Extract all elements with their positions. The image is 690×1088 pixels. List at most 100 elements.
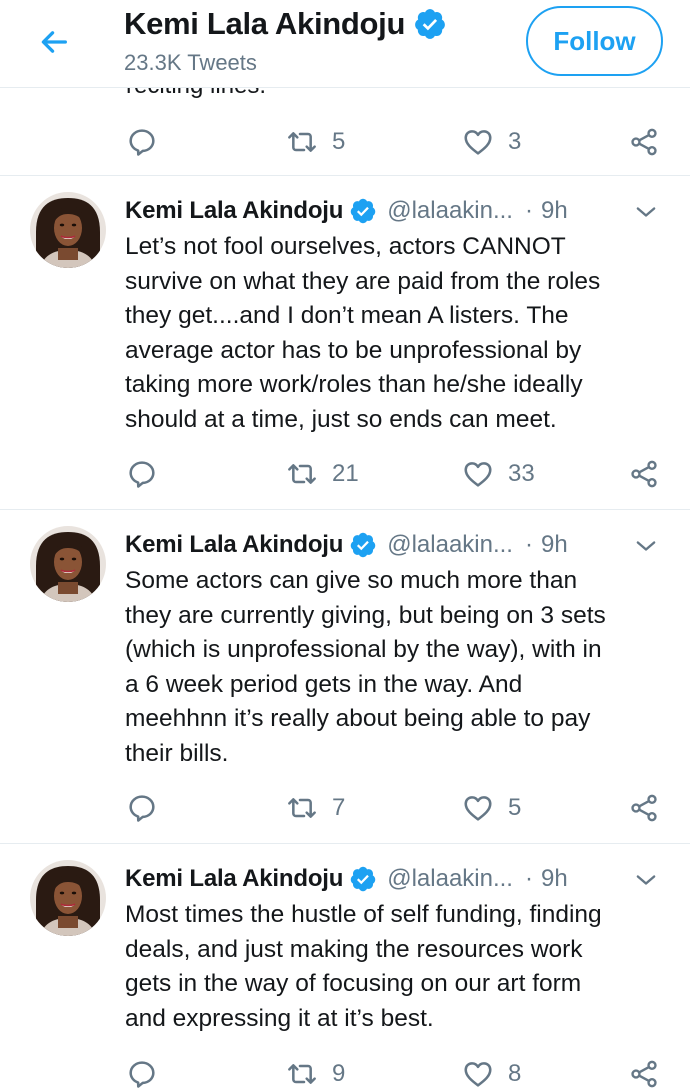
profile-header: Kemi Lala Akindoju 23.3K Tweets Follow (0, 0, 690, 88)
verified-badge-icon (349, 197, 377, 225)
retweet-count: 21 (332, 460, 359, 487)
retweet-count: 7 (332, 794, 346, 821)
share-icon (631, 794, 657, 822)
retweet-count: 5 (332, 128, 346, 155)
share-icon (631, 128, 657, 156)
chevron-down-icon[interactable] (632, 198, 660, 226)
separator-dot: · (524, 197, 533, 224)
tweet[interactable]: Kemi Lala Akindoju @lalaakin... · 9h Mos… (0, 844, 690, 1088)
avatar[interactable] (30, 860, 106, 936)
tweet-text: Most times the hustle of self funding, f… (125, 898, 670, 1036)
separator-dot: · (524, 865, 533, 892)
reply-button[interactable] (126, 1054, 158, 1088)
avatar[interactable] (30, 192, 106, 268)
like-button[interactable]: 5 (462, 788, 521, 828)
like-count: 33 (508, 460, 535, 487)
tweet-text-line: should at a time, just so ends can meet. (125, 405, 557, 433)
like-button[interactable]: 8 (462, 1054, 521, 1088)
avatar[interactable] (30, 526, 106, 602)
author-name[interactable]: Kemi Lala Akindoju (125, 865, 343, 893)
tweet[interactable]: Kemi Lala Akindoju @lalaakin... · 9h Let… (0, 176, 690, 510)
profile-title: Kemi Lala Akindoju (124, 4, 447, 44)
tweet-actions: 21 33 (0, 454, 690, 494)
tweet-text-line: (which is unprofessional by the way), wi… (125, 636, 602, 664)
like-count: 5 (508, 794, 522, 821)
back-button[interactable] (34, 22, 74, 62)
heart-icon (464, 130, 492, 155)
share-button[interactable] (628, 1054, 660, 1088)
retweet-icon (288, 132, 316, 152)
reply-button[interactable] (126, 122, 158, 162)
tweet-text: Let’s not fool ourselves, actors CANNOT … (125, 230, 670, 438)
tweet-text-line: taking more work/roles than he/she ideal… (125, 371, 583, 399)
share-icon (631, 460, 657, 488)
tweet-time[interactable]: 9h (541, 531, 568, 559)
verified-badge-icon (349, 865, 377, 893)
retweet-button[interactable]: 7 (286, 788, 345, 828)
tweet-time[interactable]: 9h (541, 865, 568, 893)
follow-button[interactable]: Follow (526, 6, 663, 76)
retweet-button[interactable]: 21 (286, 454, 359, 494)
tweet-actions: 5 3 (0, 122, 690, 162)
reply-button[interactable] (126, 454, 158, 494)
retweet-button[interactable]: 9 (286, 1054, 345, 1088)
reply-icon (129, 129, 155, 156)
retweet-button[interactable]: 5 (286, 122, 345, 162)
share-icon (631, 1060, 657, 1088)
retweet-icon (288, 1064, 316, 1084)
reply-button[interactable] (126, 788, 158, 828)
retweet-icon (288, 464, 316, 484)
like-count: 3 (508, 128, 522, 155)
tweet-header: Kemi Lala Akindoju @lalaakin... · 9h (125, 194, 660, 228)
verified-badge-icon (413, 7, 447, 41)
author-handle[interactable]: @lalaakin... (387, 531, 513, 559)
tweet-text-line: Some actors can give so much more than (125, 567, 578, 594)
profile-name: Kemi Lala Akindoju (124, 6, 406, 41)
tweet-text-line: deals, and just making the resources wor… (125, 935, 583, 963)
retweet-icon (288, 798, 316, 818)
tweet-count: 23.3K Tweets (124, 50, 257, 75)
tweet-actions: 7 5 (0, 788, 690, 828)
chevron-down-icon[interactable] (632, 866, 660, 894)
verified-badge-icon (349, 531, 377, 559)
heart-icon (464, 462, 492, 487)
author-name[interactable]: Kemi Lala Akindoju (125, 197, 343, 225)
share-button[interactable] (628, 788, 660, 828)
retweet-count: 9 (332, 1060, 346, 1087)
tweet[interactable]: Kemi Lala Akindoju @lalaakin... · 9h Som… (0, 510, 690, 844)
tweet-text-tail: reciting lines. (126, 88, 266, 100)
author-handle[interactable]: @lalaakin... (387, 197, 513, 225)
heart-icon (464, 796, 492, 821)
like-count: 8 (508, 1060, 522, 1087)
tweet-text-line: meehhnn it’s really about being able to … (125, 705, 591, 733)
tweet-text-line: survive on what they are paid from the r… (125, 267, 601, 295)
tweet-text-line: a 6 week period gets in the way. And (125, 670, 523, 698)
tweet-text-line: gets in the way of focusing on our art f… (125, 970, 582, 998)
arrow-left-icon (41, 31, 67, 53)
separator-dot: · (524, 531, 533, 558)
reply-icon (129, 795, 155, 822)
twitter-profile-timeline: Kemi Lala Akindoju 23.3K Tweets Follow r… (0, 0, 690, 1088)
previous-tweet[interactable]: reciting lines. 5 3 (0, 88, 690, 176)
tweet-header: Kemi Lala Akindoju @lalaakin... · 9h (125, 528, 660, 562)
tweet-header: Kemi Lala Akindoju @lalaakin... · 9h (125, 862, 660, 896)
heart-icon (464, 1062, 492, 1087)
tweet-text-line: Let’s not fool ourselves, actors CANNOT (125, 233, 566, 260)
like-button[interactable]: 3 (462, 122, 521, 162)
reply-icon (129, 1061, 155, 1088)
share-button[interactable] (628, 454, 660, 494)
tweet-actions: 9 8 (0, 1054, 690, 1088)
like-button[interactable]: 33 (462, 454, 535, 494)
reply-icon (129, 461, 155, 488)
author-name[interactable]: Kemi Lala Akindoju (125, 531, 343, 559)
author-handle[interactable]: @lalaakin... (387, 865, 513, 893)
share-button[interactable] (628, 122, 660, 162)
tweet-text-line: they are currently giving, but being on … (125, 601, 606, 629)
tweet-text-line: they get....and I don’t mean A listers. … (125, 302, 569, 330)
chevron-down-icon[interactable] (632, 532, 660, 560)
tweet-text-line: Most times the hustle of self funding, f… (125, 901, 602, 928)
tweet-text: Some actors can give so much more than t… (125, 564, 670, 772)
tweet-text-line: average actor has to be unprofessional b… (125, 336, 582, 364)
tweet-time[interactable]: 9h (541, 197, 568, 225)
tweet-text-line: and expressing it at it’s best. (125, 1004, 434, 1032)
